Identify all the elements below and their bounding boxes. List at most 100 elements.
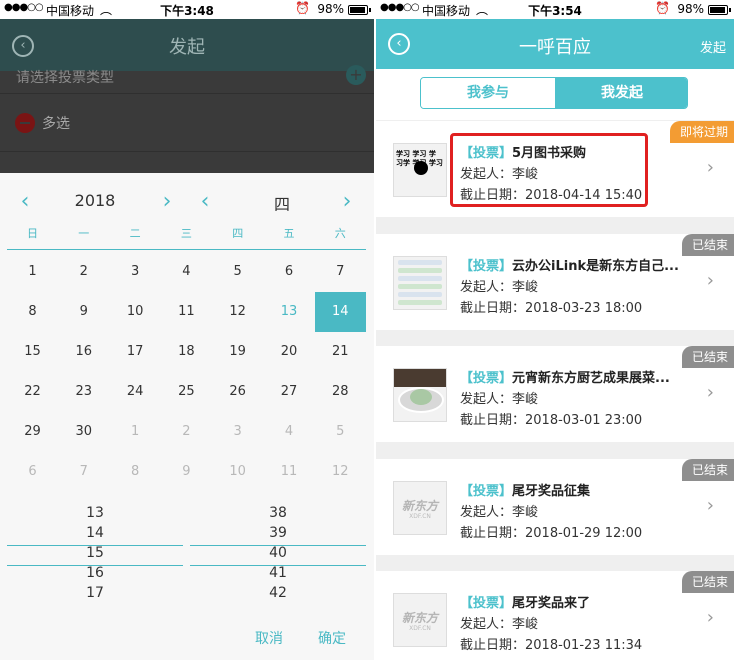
vote-owner: 发起人：李峻 xyxy=(460,388,538,407)
wheel-option[interactable]: 39 xyxy=(190,523,366,543)
divider xyxy=(0,151,374,152)
day-cell[interactable]: 13 xyxy=(264,292,315,332)
day-cell[interactable]: 11 xyxy=(264,452,315,492)
wheel-option[interactable]: 17 xyxy=(7,583,183,603)
day-cell[interactable]: 14 xyxy=(314,292,366,332)
day-cell[interactable]: 7 xyxy=(58,452,109,492)
day-cell[interactable]: 6 xyxy=(7,452,58,492)
chevron-right-icon: › xyxy=(706,269,714,291)
year-navigator: ‹ 2018 › xyxy=(0,189,190,215)
owner-label: 发起人： xyxy=(460,279,513,295)
day-cell[interactable]: 8 xyxy=(7,292,58,332)
owner-name: 李峻 xyxy=(512,392,539,407)
vote-title: 【投票】尾牙奖品征集 xyxy=(460,480,590,499)
vote-card[interactable]: 【投票】云办公iLink是新东方自己... 发起人：李峻 截止日期：2018-03-… xyxy=(376,233,734,330)
app-row xyxy=(398,259,442,265)
week-navigator: ‹ 四 › xyxy=(190,189,374,215)
day-cell[interactable]: 30 xyxy=(58,412,109,452)
day-cell[interactable]: 10 xyxy=(110,292,161,332)
day-cell[interactable]: 1 xyxy=(110,412,161,452)
wheel-option[interactable]: 42 xyxy=(190,583,366,603)
hour-wheel[interactable]: 13 14 15 16 17 xyxy=(7,503,183,603)
wheel-option[interactable]: 14 xyxy=(7,523,183,543)
vote-card[interactable]: 【投票】元宵新东方厨艺成果展菜... 发起人：李峻截止日期：2018-03-01 … xyxy=(376,346,734,442)
day-cell[interactable]: 20 xyxy=(264,332,315,372)
next-week-icon[interactable]: › xyxy=(338,189,356,214)
vote-thumbnail xyxy=(393,255,447,310)
wheel-line xyxy=(7,545,183,546)
day-cell[interactable]: 29 xyxy=(7,412,58,452)
day-cell[interactable]: 15 xyxy=(7,332,58,372)
wheel-option[interactable]: 40 xyxy=(190,543,366,563)
left-screen: ●●●○○ 中国移动 ︵ 下午3:48 ⏰ 98% ‹ 发起 请选择投票类型 +… xyxy=(0,0,374,660)
page-title: 一呼百应 xyxy=(519,37,591,58)
day-cell[interactable]: 10 xyxy=(212,452,263,492)
minute-wheel[interactable]: 38 39 40 41 42 xyxy=(190,503,366,603)
deadline-label: 截止日期： xyxy=(460,638,526,653)
day-cell[interactable]: 26 xyxy=(212,372,263,412)
day-cell[interactable]: 7 xyxy=(315,252,366,292)
deadline-value: 2018-01-29 12:00 xyxy=(525,525,643,541)
day-cell[interactable]: 18 xyxy=(161,332,212,372)
status-badge: 已结束 xyxy=(681,458,734,481)
deadline-label: 截止日期： xyxy=(460,413,526,428)
day-cell[interactable]: 17 xyxy=(110,332,161,372)
cancel-button[interactable]: 取消 xyxy=(255,628,283,648)
vote-tag: 【投票】 xyxy=(460,258,513,274)
day-cell[interactable]: 6 xyxy=(264,252,315,292)
vote-name: 云办公iLink是新东方自己... xyxy=(512,258,679,274)
confirm-button[interactable]: 确定 xyxy=(318,628,346,648)
day-cell[interactable]: 3 xyxy=(110,252,161,292)
status-badge: 已结束 xyxy=(681,346,734,368)
day-cell[interactable]: 11 xyxy=(161,292,212,332)
day-cell[interactable]: 4 xyxy=(161,252,212,292)
tab-joined[interactable]: 我参与 xyxy=(421,78,555,108)
day-cell[interactable]: 24 xyxy=(110,372,161,412)
day-cell[interactable]: 27 xyxy=(264,372,315,412)
highlight-box xyxy=(450,133,648,207)
day-cell[interactable]: 28 xyxy=(315,372,366,412)
day-cell[interactable]: 9 xyxy=(58,292,109,332)
day-cell[interactable]: 2 xyxy=(161,412,212,452)
chevron-right-icon: › xyxy=(706,157,714,178)
next-year-icon[interactable]: › xyxy=(158,189,176,214)
vote-title: 【投票】尾牙奖品来了 xyxy=(460,592,590,611)
vote-card[interactable]: 新东方 XDF.CN 【投票】尾牙奖品来了 发起人：李峻 截止日期：2018-01-23… xyxy=(376,571,734,660)
app-row xyxy=(398,291,442,297)
day-cell[interactable]: 21 xyxy=(315,332,366,372)
wheel-line xyxy=(7,565,183,566)
day-cell[interactable]: 4 xyxy=(264,412,315,452)
day-cell[interactable]: 23 xyxy=(58,372,109,412)
page-title: 发起 xyxy=(169,37,205,58)
day-cell[interactable]: 5 xyxy=(212,252,263,292)
tab-started[interactable]: 我发起 xyxy=(555,78,687,108)
day-cell[interactable]: 5 xyxy=(315,412,366,452)
owner-label: 发起人： xyxy=(460,392,513,407)
vote-card[interactable]: 学习 学习 学 习学 学习 学习【投票】5月图书采购发起人：李峻截止日期：201… xyxy=(376,121,734,217)
wheel-option[interactable]: 16 xyxy=(7,563,183,583)
form-background: 请选择投票类型 + 多选 xyxy=(0,65,374,173)
day-cell[interactable]: 19 xyxy=(212,332,263,372)
vote-deadline: 截止日期：2018-01-23 11:34 xyxy=(460,634,642,653)
day-cell[interactable]: 12 xyxy=(315,452,366,492)
day-cell[interactable]: 3 xyxy=(212,412,263,452)
wheel-option[interactable]: 13 xyxy=(7,503,183,523)
day-cell[interactable]: 2 xyxy=(58,252,109,292)
vote-name: 元宵新东方厨艺成果展菜... xyxy=(512,371,670,386)
wheel-option[interactable]: 15 xyxy=(7,543,183,563)
brand-logo-sub: XDF.CN xyxy=(409,512,431,520)
wheel-option[interactable]: 38 xyxy=(190,503,366,523)
vote-thumbnail xyxy=(393,368,447,422)
day-cell[interactable]: 1 xyxy=(7,252,58,292)
vote-title: 【投票】元宵新东方厨艺成果展菜... xyxy=(460,367,670,386)
start-button[interactable]: 发起 xyxy=(700,37,726,56)
day-cell[interactable]: 16 xyxy=(58,332,109,372)
day-cell[interactable]: 9 xyxy=(161,452,212,492)
day-cell[interactable]: 22 xyxy=(7,372,58,412)
day-cell[interactable]: 8 xyxy=(110,452,161,492)
day-cell[interactable]: 12 xyxy=(212,292,263,332)
deadline-value: 2018-03-01 23:00 xyxy=(525,413,643,428)
day-cell[interactable]: 25 xyxy=(161,372,212,412)
wheel-option[interactable]: 41 xyxy=(190,563,366,583)
vote-card[interactable]: 新东方 XDF.CN 【投票】尾牙奖品征集 发起人：李峻 截止日期：2018-01-29… xyxy=(376,458,734,555)
